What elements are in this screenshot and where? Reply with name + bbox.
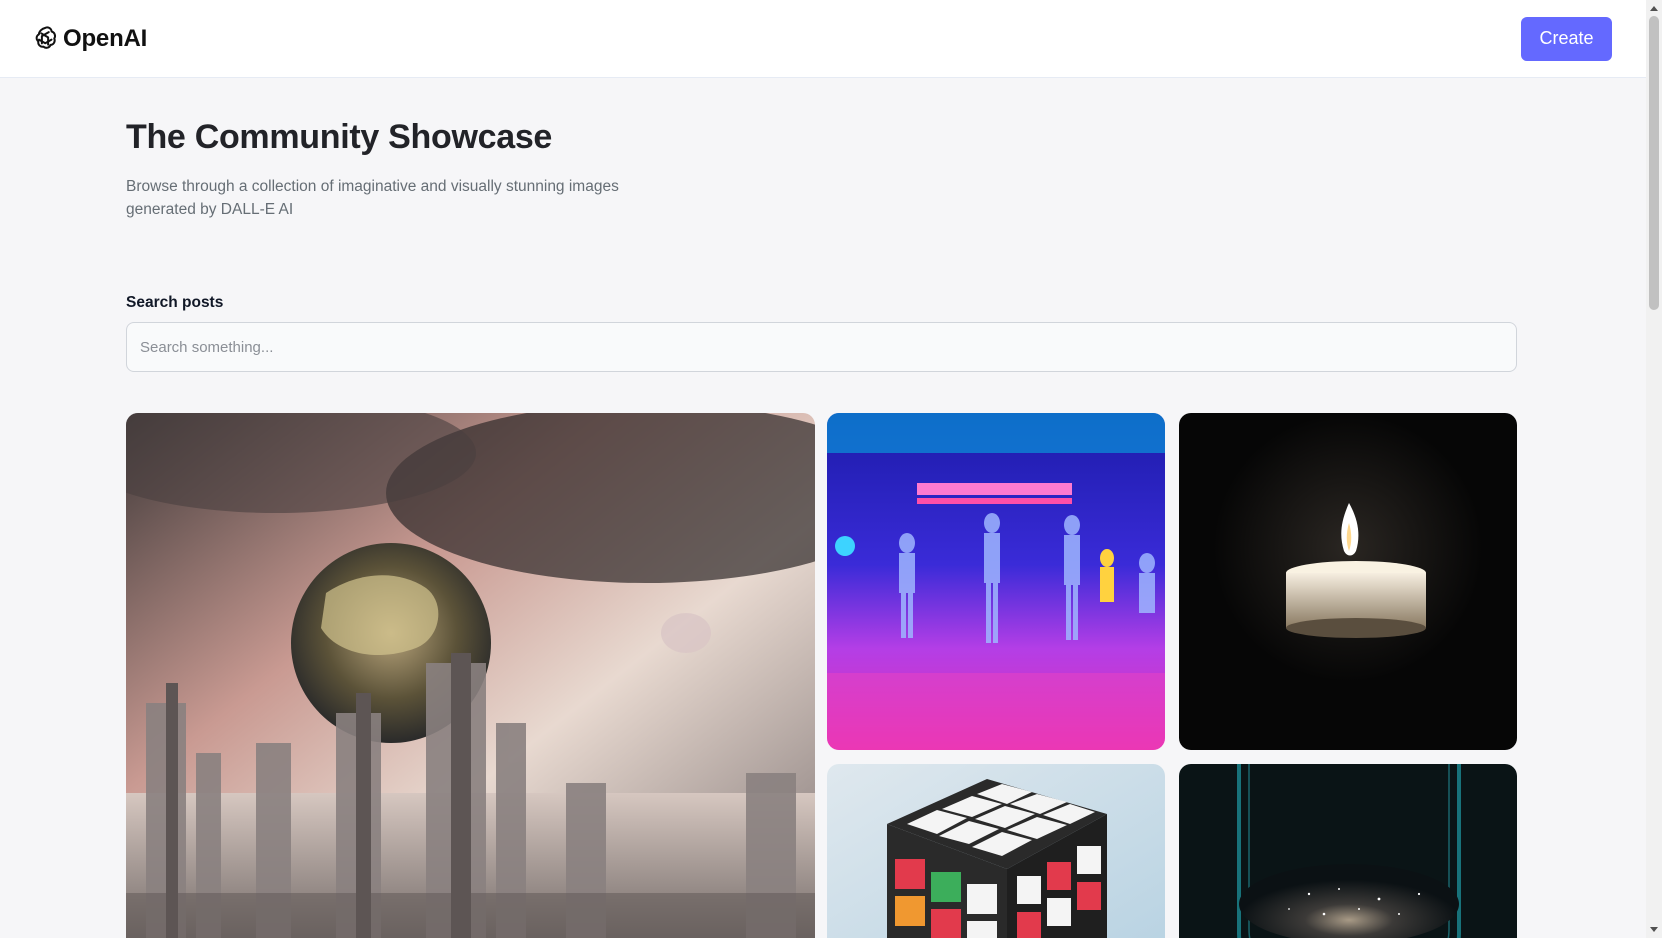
top-navbar: OpenAI Create — [0, 0, 1646, 78]
page-scrollbar[interactable] — [1646, 0, 1662, 938]
openai-logo-link[interactable]: OpenAI — [30, 24, 147, 54]
page-subtitle: Browse through a collection of imaginati… — [126, 178, 619, 218]
image-gallery — [126, 413, 1517, 938]
post-image-rubiks-cube — [827, 764, 1165, 938]
post-card-neon-dancers[interactable] — [827, 413, 1165, 750]
scrollbar-thumb[interactable] — [1649, 16, 1659, 310]
search-label: Search posts — [126, 294, 224, 311]
logo-text: OpenAI — [63, 24, 148, 52]
scroll-down-arrow-icon[interactable] — [1650, 927, 1658, 932]
scroll-up-arrow-icon[interactable] — [1650, 6, 1658, 11]
post-card-apocalyptic-city[interactable] — [126, 413, 815, 938]
post-card-rubiks-cube[interactable] — [827, 764, 1165, 938]
post-image-galaxy-glass — [1179, 764, 1517, 938]
post-image-candle — [1179, 413, 1517, 750]
post-card-candle[interactable] — [1179, 413, 1517, 750]
create-button[interactable]: Create — [1521, 16, 1612, 61]
search-section: Search posts — [126, 294, 1517, 372]
page-title: The Community Showcase — [126, 118, 553, 156]
post-card-galaxy-glass[interactable] — [1179, 764, 1517, 938]
search-input[interactable] — [126, 322, 1517, 372]
post-image-apocalyptic-city — [126, 413, 815, 938]
main-content: The Community Showcase Browse through a … — [126, 78, 1517, 372]
openai-knot-icon — [35, 25, 56, 49]
post-image-neon-dancers — [827, 413, 1165, 750]
